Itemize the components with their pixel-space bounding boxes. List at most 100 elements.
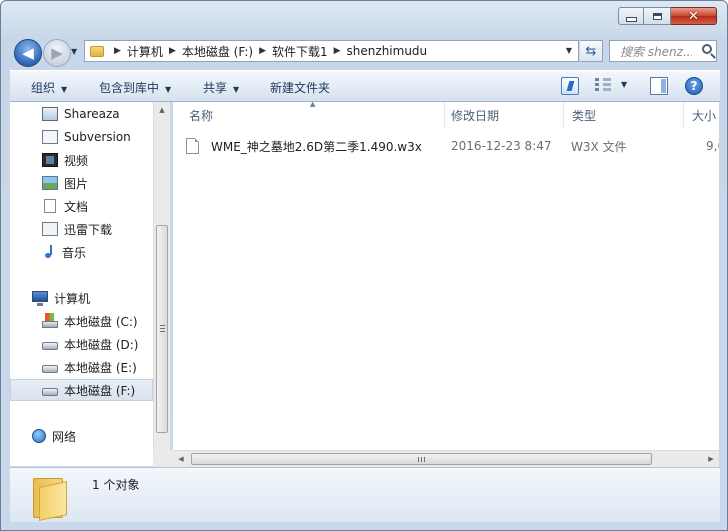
scroll-up-icon[interactable]: ▲ <box>154 102 170 118</box>
sidebar-item-music[interactable]: 音乐 <box>10 241 153 263</box>
file-list: 名称 ▲ 修改日期 类型 大小 WME_神之墓地2.6D第二季1.490.w3x… <box>173 102 719 466</box>
computer-icon <box>32 291 48 306</box>
refresh-button[interactable]: ⇆ <box>580 40 603 62</box>
drive-icon <box>42 342 58 350</box>
app-icon <box>42 107 58 121</box>
refresh-icon: ⇆ <box>585 43 597 59</box>
table-row[interactable]: WME_神之墓地2.6D第二季1.490.w3x 2016-12-23 8:47… <box>186 135 719 157</box>
address-dropdown-icon[interactable]: ▼ <box>566 46 572 55</box>
navigation-scrollbar[interactable]: ▲ ▼ <box>153 102 170 466</box>
new-folder-button[interactable]: 新建文件夹 <box>270 79 330 96</box>
sidebar-item-videos[interactable]: 视频 <box>10 149 153 171</box>
thunder-download-icon <box>42 222 58 236</box>
breadcrumb-separator-icon[interactable]: ▶ <box>114 46 121 56</box>
sidebar-item-label: 图片 <box>64 176 89 191</box>
sidebar-item-label: 计算机 <box>54 291 91 306</box>
organize-label: 组织 <box>31 81 56 95</box>
maximize-button[interactable] <box>644 7 671 25</box>
horizontal-scrollbar[interactable]: ◀ ▶ <box>173 450 719 467</box>
sidebar-item-drive-f[interactable]: 本地磁盘 (F:) <box>10 379 153 401</box>
minimize-icon <box>625 17 637 22</box>
video-library-icon <box>42 153 58 167</box>
sidebar-item-subversion[interactable]: Subversion <box>10 126 153 148</box>
help-button[interactable]: ? <box>685 77 703 95</box>
column-label: 名称 <box>189 108 214 123</box>
sidebar-item-label: Subversion <box>64 130 131 144</box>
column-label: 大小 <box>692 108 717 123</box>
back-button[interactable]: ◀ <box>14 39 42 67</box>
maximize-icon <box>652 12 662 20</box>
forward-arrow-icon: ▶ <box>51 44 63 62</box>
file-icon <box>186 138 199 154</box>
sidebar-item-pictures[interactable]: 图片 <box>10 172 153 194</box>
sidebar-item-drive-d[interactable]: 本地磁盘 (D:) <box>10 333 153 355</box>
sidebar-item-label: 网络 <box>52 429 77 444</box>
sidebar-item-label: 本地磁盘 (F:) <box>64 383 136 398</box>
sidebar-item-drive-e[interactable]: 本地磁盘 (E:) <box>10 356 153 378</box>
share-menu[interactable]: 共享 ▼ <box>203 79 239 96</box>
file-modified: 2016-12-23 8:47 <box>451 139 552 153</box>
file-size: 9,6 <box>706 139 719 153</box>
folder-icon <box>90 45 104 57</box>
chevron-down-icon: ▼ <box>233 85 240 94</box>
chevron-down-icon: ▼ <box>165 85 172 94</box>
column-label: 修改日期 <box>451 108 500 123</box>
search-input[interactable]: 搜索 shenz... <box>609 40 717 62</box>
breadcrumb-current-folder[interactable]: shenzhimudu <box>347 44 428 58</box>
system-drive-icon <box>42 312 58 328</box>
sidebar-item-documents[interactable]: 文档 <box>10 195 153 217</box>
sidebar-item-label: 本地磁盘 (C:) <box>64 314 138 329</box>
view-dropdown-icon[interactable]: ▼ <box>621 80 627 89</box>
include-in-library-label: 包含到库中 <box>99 81 160 95</box>
column-header-type[interactable]: 类型 <box>564 102 684 128</box>
forward-button[interactable]: ▶ <box>43 39 71 67</box>
breadcrumb-drive-f[interactable]: 本地磁盘 (F:) <box>182 43 253 60</box>
sidebar-item-computer[interactable]: 计算机 <box>10 287 153 309</box>
column-header-modified[interactable]: 修改日期 <box>443 102 564 128</box>
sidebar-item-label: 文档 <box>64 199 89 214</box>
sidebar-item-drive-c[interactable]: 本地磁盘 (C:) <box>10 310 153 332</box>
column-label: 类型 <box>572 108 597 123</box>
minimize-button[interactable] <box>618 7 644 25</box>
details-pane: 1 个对象 <box>10 467 720 522</box>
breadcrumb-separator-icon[interactable]: ▶ <box>334 46 341 56</box>
search-placeholder: 搜索 shenz... <box>620 44 692 59</box>
sidebar-item-label: 视频 <box>64 153 89 168</box>
breadcrumb-separator-icon[interactable]: ▶ <box>259 46 266 56</box>
drive-icon <box>42 388 58 396</box>
include-in-library-menu[interactable]: 包含到库中 ▼ <box>99 79 171 96</box>
close-button[interactable]: ✕ <box>671 7 717 25</box>
scroll-right-icon[interactable]: ▶ <box>703 451 719 467</box>
breadcrumb-computer[interactable]: 计算机 <box>127 43 163 60</box>
search-icon[interactable] <box>702 44 712 54</box>
column-header-size[interactable]: 大小 <box>684 102 719 128</box>
sidebar-item-shareaza[interactable]: Shareaza <box>10 103 153 125</box>
chevron-down-icon: ▼ <box>61 85 68 94</box>
organize-menu[interactable]: 组织 ▼ <box>31 79 67 96</box>
sidebar-item-network[interactable]: 网络 <box>10 425 153 447</box>
drive-icon <box>42 365 58 373</box>
recent-pages-dropdown[interactable]: ▼ <box>71 47 77 56</box>
sidebar-item-label: Shareaza <box>64 107 120 121</box>
address-bar[interactable]: ▶ 计算机 ▶ 本地磁盘 (F:) ▶ 软件下载1 ▶ shenzhimudu … <box>84 40 579 62</box>
breadcrumb-download-folder[interactable]: 软件下载1 <box>272 43 328 60</box>
network-icon <box>32 429 46 443</box>
scroll-thumb[interactable] <box>156 225 168 433</box>
subversion-icon <box>42 130 58 144</box>
share-label: 共享 <box>203 81 228 95</box>
preview-pane-icon[interactable] <box>650 77 668 95</box>
file-name: WME_神之墓地2.6D第二季1.490.w3x <box>211 139 422 154</box>
scroll-thumb[interactable] <box>191 453 652 465</box>
new-folder-label: 新建文件夹 <box>270 81 331 95</box>
back-arrow-icon: ◀ <box>22 44 34 62</box>
sidebar-item-thunder-download[interactable]: 迅雷下载 <box>10 218 153 240</box>
explorer-window: ✕ ◀ ▶ ▼ ▶ 计算机 ▶ 本地磁盘 (F:) ▶ 软件下载1 ▶ shen… <box>0 0 728 531</box>
breadcrumb-separator-icon[interactable]: ▶ <box>169 46 176 56</box>
sidebar-item-label: 本地磁盘 (E:) <box>64 360 137 375</box>
sidebar-item-label: 音乐 <box>62 245 87 260</box>
sidebar-item-label: 本地磁盘 (D:) <box>64 337 139 352</box>
change-view-icon[interactable] <box>595 77 611 95</box>
preview-icon[interactable] <box>561 77 579 95</box>
scroll-left-icon[interactable]: ◀ <box>173 451 189 467</box>
help-icon: ? <box>690 79 698 93</box>
